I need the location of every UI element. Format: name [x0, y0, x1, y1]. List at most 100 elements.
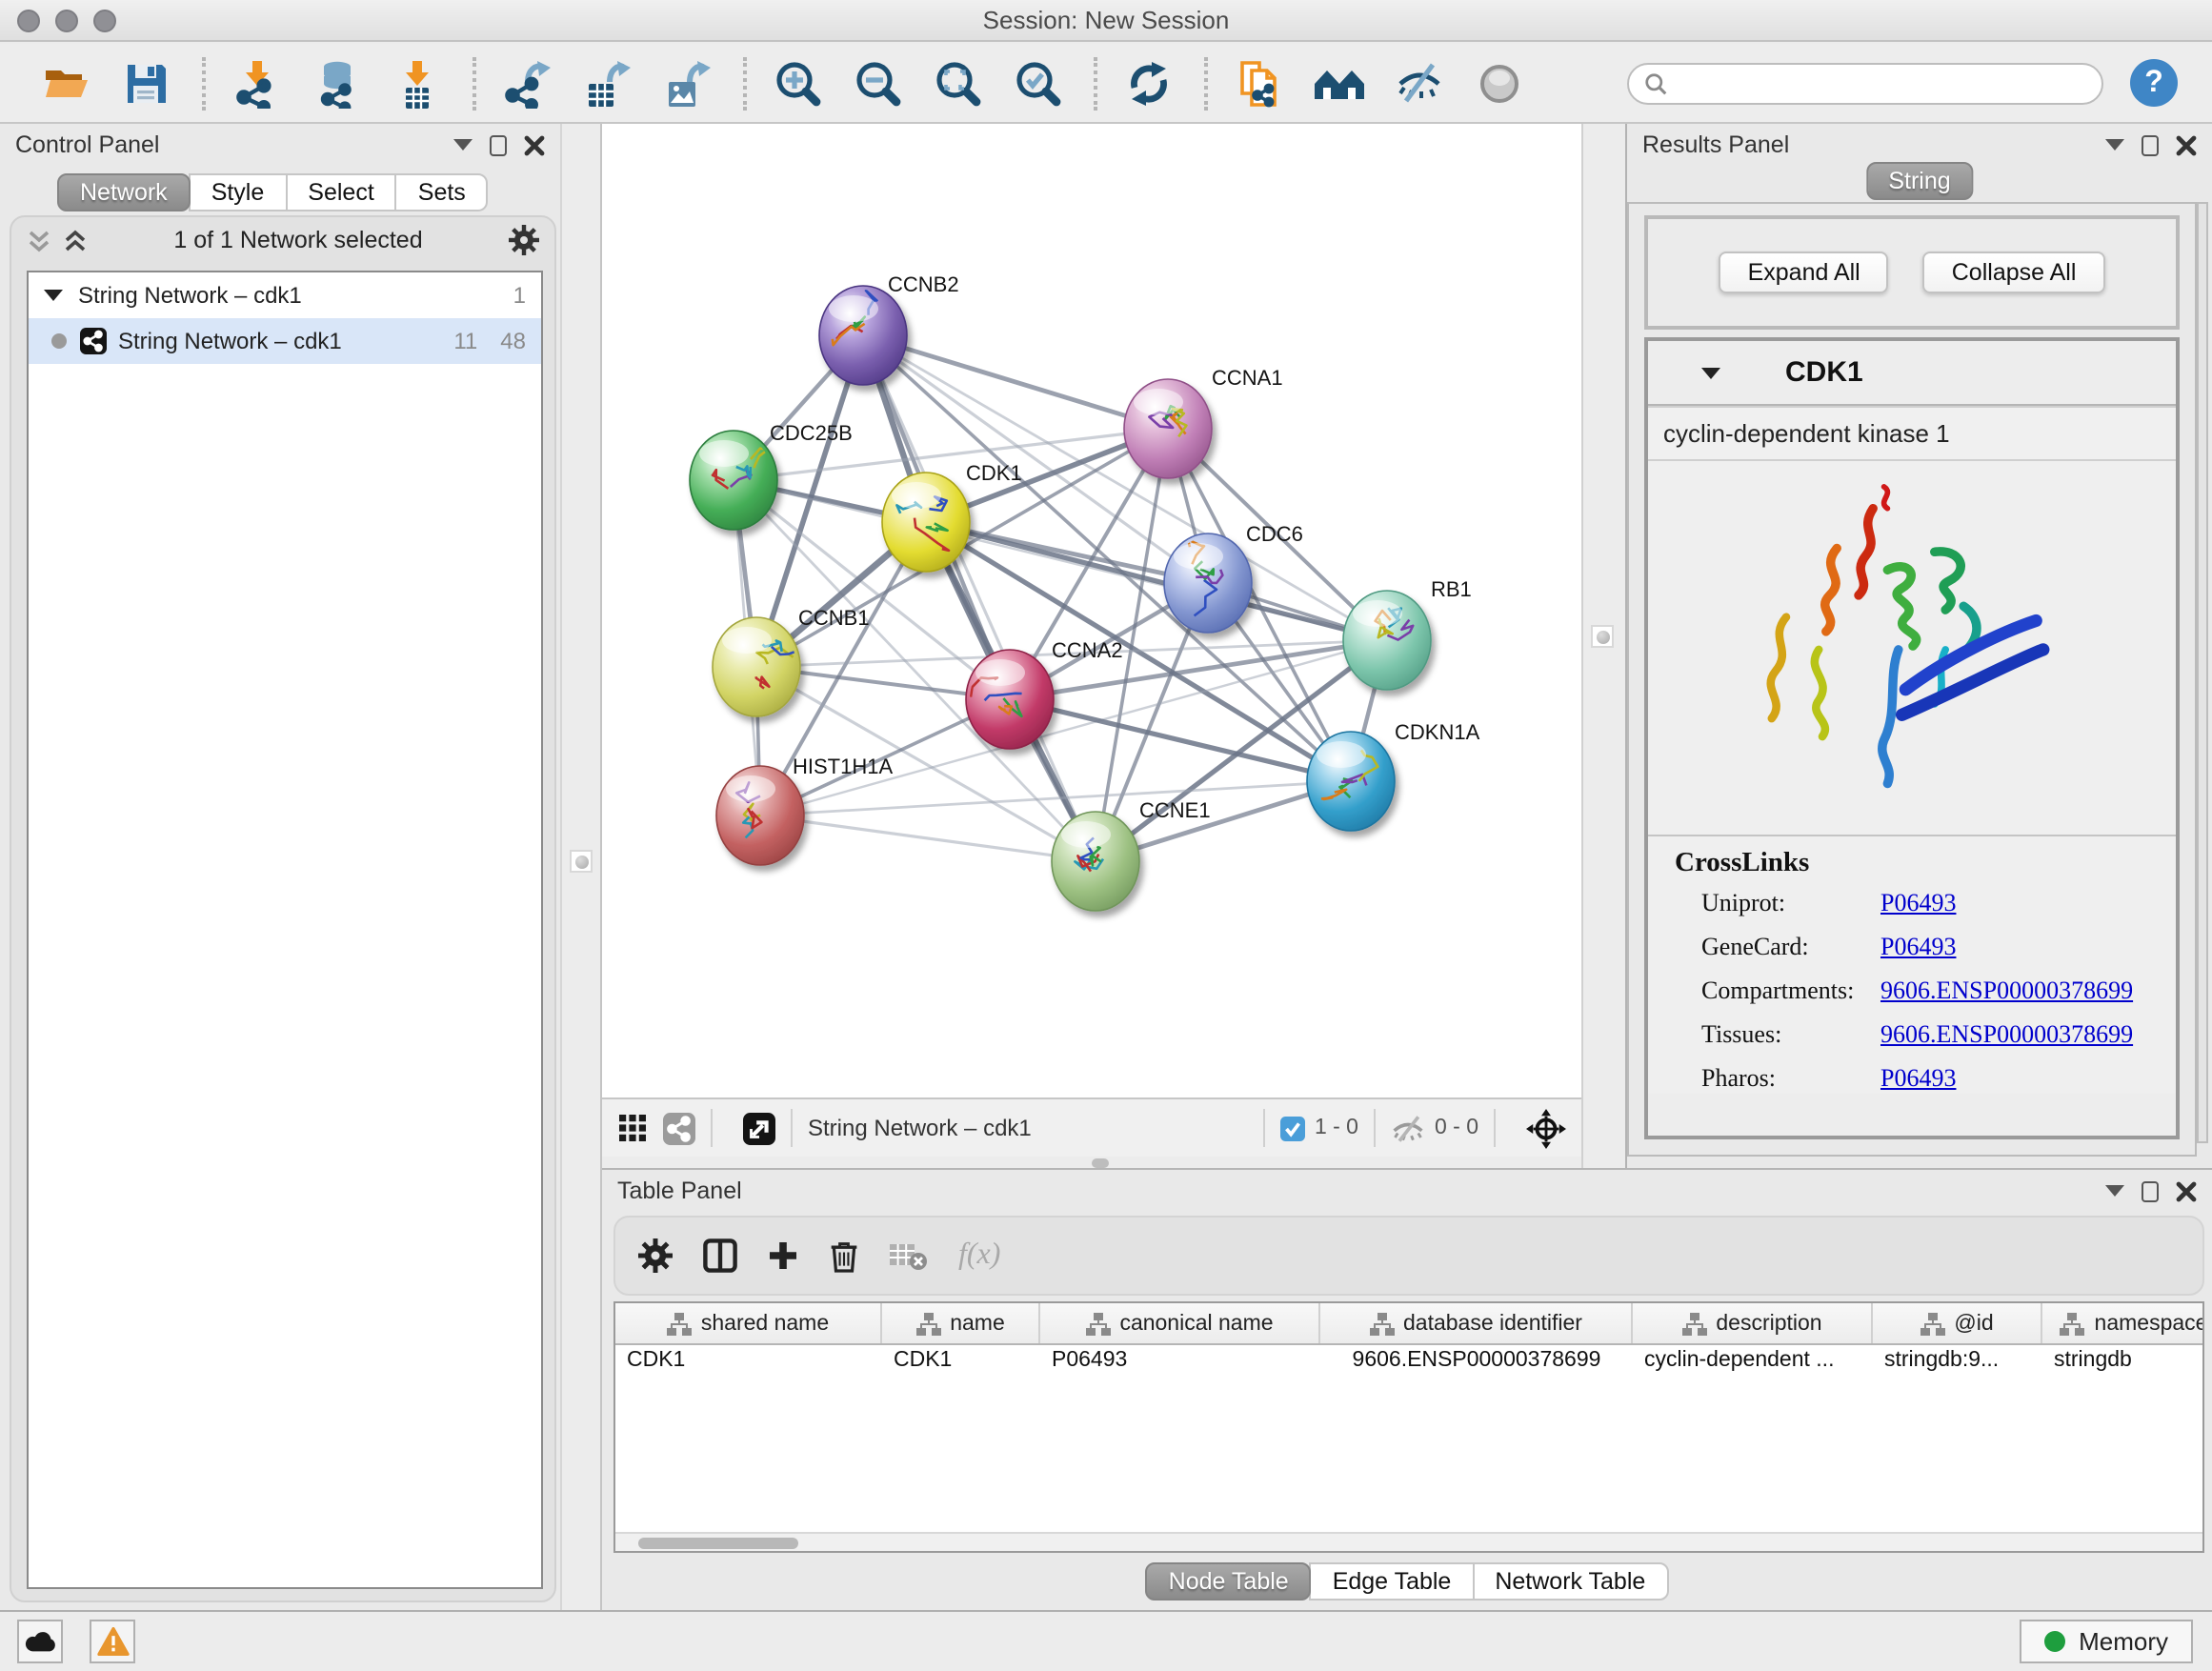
collapse-all-icon[interactable]	[27, 228, 51, 252]
import-network-database-button[interactable]	[309, 54, 366, 111]
node-result-header[interactable]: CDK1	[1648, 341, 2176, 406]
horizontal-splitter[interactable]	[602, 1157, 1581, 1168]
zoom-fit-button[interactable]	[930, 54, 987, 111]
network-node-RB1[interactable]: RB1	[1343, 577, 1472, 690]
fit-content-crosshair-icon[interactable]	[1526, 1108, 1566, 1148]
float-panel-icon[interactable]	[490, 134, 507, 155]
delete-table-button[interactable]	[890, 1240, 928, 1271]
grid-view-button[interactable]	[617, 1113, 648, 1143]
first-neighbors-button[interactable]	[1311, 54, 1368, 111]
show-all-button[interactable]	[1471, 54, 1528, 111]
export-table-button[interactable]	[579, 54, 636, 111]
search-box[interactable]	[1627, 62, 2103, 104]
left-splitter-handle[interactable]	[570, 850, 593, 873]
column-header-namespace[interactable]: namespace	[2042, 1303, 2204, 1343]
hidden-eye-icon[interactable]	[1391, 1114, 1425, 1142]
import-table-button[interactable]	[389, 54, 446, 111]
function-builder-button[interactable]: f(x)	[958, 1238, 1000, 1273]
zoom-in-button[interactable]	[770, 54, 827, 111]
main-toolbar: ?	[0, 44, 2212, 124]
column-header-description[interactable]: description	[1633, 1303, 1873, 1343]
float-panel-icon[interactable]	[2142, 1180, 2159, 1201]
tab-select[interactable]: Select	[285, 173, 397, 211]
close-panel-icon[interactable]	[2176, 1180, 2197, 1201]
export-network-button[interactable]	[499, 54, 556, 111]
show-columns-button[interactable]	[703, 1238, 737, 1273]
close-panel-icon[interactable]	[2176, 134, 2197, 155]
cloud-status-button[interactable]	[17, 1620, 63, 1663]
collapse-panel-icon[interactable]	[2105, 1185, 2124, 1197]
import-network-file-button[interactable]	[229, 54, 286, 111]
column-header-canonical-name[interactable]: canonical name	[1040, 1303, 1320, 1343]
table-row[interactable]: CDK1 CDK1 P06493 9606.ENSP00000378699 cy…	[615, 1345, 2202, 1381]
network-view-share-icon[interactable]	[663, 1112, 695, 1144]
add-column-button[interactable]	[768, 1240, 798, 1271]
tab-network[interactable]: Network	[57, 173, 191, 211]
edge-count: 48	[500, 328, 526, 354]
network-edge	[863, 335, 1096, 861]
tree-expand-icon[interactable]	[44, 290, 63, 301]
selected-checkbox-icon[interactable]	[1280, 1116, 1305, 1140]
help-button[interactable]: ?	[2130, 59, 2178, 107]
expand-all-button[interactable]: Expand All	[1719, 252, 1889, 293]
search-icon	[1644, 71, 1667, 94]
collapse-panel-icon[interactable]	[453, 139, 473, 151]
tab-network-table[interactable]: Network Table	[1472, 1562, 1668, 1601]
crosslink-link[interactable]: 9606.ENSP00000378699	[1880, 976, 2133, 1006]
network-row-selected[interactable]: String Network – cdk1 11 48	[29, 318, 541, 364]
close-panel-icon[interactable]	[524, 134, 545, 155]
expand-all-icon[interactable]	[63, 228, 88, 252]
collection-label: String Network – cdk1	[78, 282, 302, 309]
import-database-icon	[312, 58, 362, 108]
right-splitter-handle[interactable]	[1591, 625, 1614, 648]
crosslink-link[interactable]: P06493	[1880, 1063, 1956, 1094]
tab-sets[interactable]: Sets	[395, 173, 489, 211]
float-panel-icon[interactable]	[2142, 134, 2159, 155]
collapse-all-button[interactable]: Collapse All	[1923, 252, 2105, 293]
detach-view-button[interactable]	[743, 1112, 775, 1144]
gear-icon[interactable]	[509, 225, 539, 255]
results-scrollbar[interactable]	[2197, 202, 2208, 1143]
memory-button[interactable]: Memory	[2020, 1620, 2193, 1663]
crosslink-link[interactable]: P06493	[1880, 888, 1956, 918]
warning-status-button[interactable]	[90, 1620, 135, 1663]
network-node-CDC6[interactable]: CDC6	[1164, 522, 1303, 633]
crosslink-link[interactable]: P06493	[1880, 932, 1956, 962]
zoom-selected-button[interactable]	[1010, 54, 1067, 111]
refresh-button[interactable]	[1120, 54, 1177, 111]
tab-node-table[interactable]: Node Table	[1146, 1562, 1312, 1601]
column-header-database-identifier[interactable]: database identifier	[1320, 1303, 1633, 1343]
network-node-CDKN1A[interactable]: CDKN1A	[1307, 720, 1480, 831]
network-node-CCNB2[interactable]: CCNB2	[819, 272, 959, 385]
crosslink-label: Pharos:	[1701, 1063, 1880, 1094]
column-header-shared-name[interactable]: shared name	[615, 1303, 882, 1343]
column-header-id[interactable]: @id	[1873, 1303, 2042, 1343]
eye-sphere-icon	[1475, 58, 1524, 108]
table-settings-button[interactable]	[638, 1238, 673, 1273]
export-image-button[interactable]	[659, 54, 716, 111]
zoom-out-button[interactable]	[850, 54, 907, 111]
open-session-button[interactable]	[38, 54, 95, 111]
network-view-title: String Network – cdk1	[808, 1115, 1032, 1141]
network-collection-row[interactable]: String Network – cdk1 1	[29, 272, 541, 318]
delete-column-button[interactable]	[829, 1238, 859, 1273]
network-node-CDK1[interactable]: CDK1	[882, 461, 1022, 572]
table-horizontal-scrollbar[interactable]	[615, 1532, 2202, 1551]
toolbar-separator	[743, 56, 747, 110]
toolbar-separator	[473, 56, 476, 110]
hide-selected-button[interactable]	[1391, 54, 1448, 111]
crosslink-link[interactable]: 9606.ENSP00000378699	[1880, 1019, 2133, 1050]
tab-style[interactable]: Style	[189, 173, 288, 211]
tab-edge-table[interactable]: Edge Table	[1310, 1562, 1475, 1601]
share-document-button[interactable]	[1231, 54, 1288, 111]
network-canvas[interactable]: CCNB2CCNA1CDC25BCDK1CDC6RB1CCNB1CCNA2CDK…	[602, 124, 1581, 1097]
save-session-button[interactable]	[118, 54, 175, 111]
tab-string[interactable]: String	[1865, 162, 1973, 200]
scrollbar-thumb[interactable]	[638, 1537, 798, 1548]
column-header-name[interactable]: name	[882, 1303, 1040, 1343]
toolbar-separator	[1204, 56, 1208, 110]
network-node-CDC25B[interactable]: CDC25B	[690, 421, 853, 530]
collapse-panel-icon[interactable]	[2105, 139, 2124, 151]
collapse-entry-icon[interactable]	[1701, 367, 1720, 378]
search-input[interactable]	[1677, 68, 2086, 98]
